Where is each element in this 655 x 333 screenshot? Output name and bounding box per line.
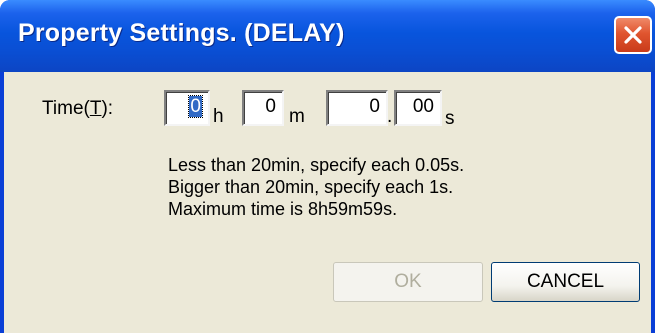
ok-button[interactable]: OK <box>333 262 483 302</box>
info-line-2: Bigger than 20min, specify each 1s. <box>168 177 454 197</box>
hundredths-value: 00 <box>412 96 434 117</box>
decimal-separator: . <box>387 106 393 127</box>
seconds-value: 0 <box>369 96 380 117</box>
time-label-suffix: ): <box>101 98 114 119</box>
dialog-window: Property Settings. (DELAY) Time(T): 0 h … <box>0 0 655 333</box>
minutes-value: 0 <box>265 96 276 117</box>
hours-input[interactable]: 0 <box>164 90 210 126</box>
time-label-prefix: Time( <box>42 98 90 119</box>
time-label-accelerator: T <box>89 98 102 119</box>
close-button[interactable] <box>614 16 652 54</box>
info-text: Less than 20min, specify each 0.05s. Big… <box>168 154 464 220</box>
hours-value: 0 <box>188 95 203 118</box>
minutes-unit: m <box>289 106 305 127</box>
info-line-3: Maximum time is 8h59m59s. <box>168 199 398 219</box>
seconds-input[interactable]: 0 <box>326 90 388 126</box>
dialog-body: Time(T): 0 h 0 m 0 . 00 s Less than 20mi… <box>4 72 651 333</box>
seconds-unit: s <box>445 108 455 129</box>
hours-unit: h <box>213 106 224 127</box>
close-icon <box>624 26 642 44</box>
cancel-button[interactable]: CANCEL <box>491 262 640 302</box>
hundredths-input[interactable]: 00 <box>394 90 442 126</box>
info-line-1: Less than 20min, specify each 0.05s. <box>168 155 465 175</box>
title-bar[interactable]: Property Settings. (DELAY) <box>0 0 655 72</box>
minutes-input[interactable]: 0 <box>242 90 284 126</box>
time-label: Time(T): <box>42 98 113 120</box>
window-title: Property Settings. (DELAY) <box>18 19 345 47</box>
